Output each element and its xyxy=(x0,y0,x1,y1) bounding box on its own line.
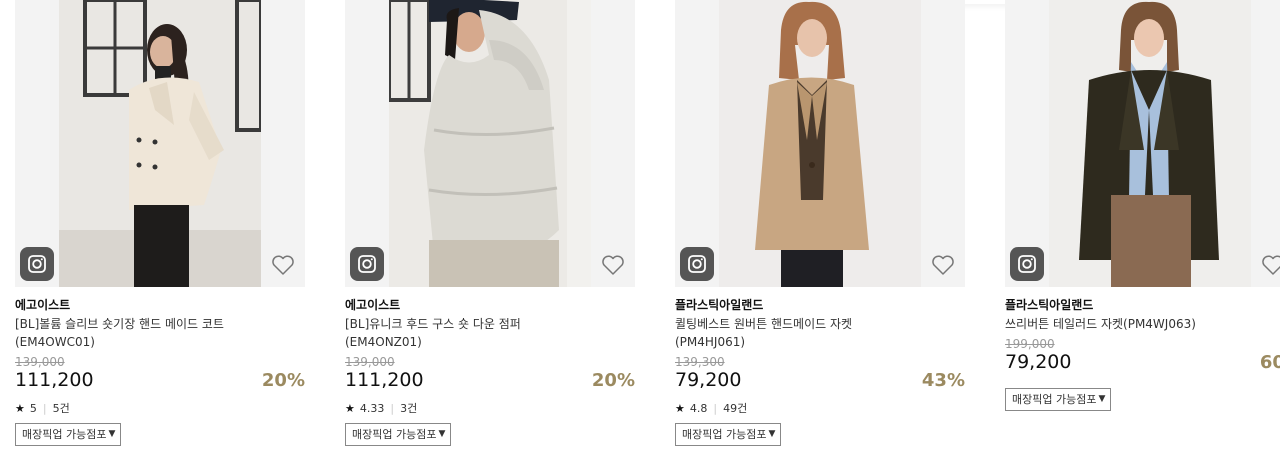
store-pickup-label: 매장픽업 가능점포 xyxy=(682,428,767,441)
product-name-line1: [BL]유니크 후드 구스 숏 다운 점퍼 xyxy=(345,317,521,331)
store-pickup-dropdown[interactable]: 매장픽업 가능점포 ▼ xyxy=(15,423,122,446)
instagram-icon[interactable] xyxy=(20,247,54,281)
product-image[interactable] xyxy=(345,0,635,287)
review-count: 5건 xyxy=(52,402,70,415)
review-count: 3건 xyxy=(400,402,418,415)
sale-price: 79,200 xyxy=(1005,351,1072,373)
caret-down-icon: ▼ xyxy=(438,429,446,439)
original-price: 139,000 xyxy=(15,355,65,369)
product-name-line1: 퀼팅베스트 원버튼 핸드메이드 자켓 xyxy=(675,317,853,331)
product-photo xyxy=(1049,0,1251,287)
heart-icon[interactable] xyxy=(601,254,625,276)
product-card[interactable]: 에고이스트 [BL]볼륨 슬리브 숏기장 핸드 메이드 코트 (EM4OWC01… xyxy=(15,0,305,473)
product-photo xyxy=(59,0,261,287)
product-name[interactable]: [BL]볼륨 슬리브 숏기장 핸드 메이드 코트 (EM4OWC01) xyxy=(15,315,300,351)
brand-name[interactable]: 에고이스트 xyxy=(15,296,70,313)
store-pickup-dropdown[interactable]: 매장픽업 가능점포 ▼ xyxy=(1005,388,1112,411)
star-icon: ★ xyxy=(345,401,355,415)
rating-value: 4.33 xyxy=(359,401,385,415)
divider: | xyxy=(390,401,395,415)
instagram-icon[interactable] xyxy=(1010,247,1044,281)
review-count: 49건 xyxy=(723,402,748,415)
caret-down-icon: ▼ xyxy=(1098,394,1106,404)
sale-price: 79,200 xyxy=(675,369,742,391)
product-name-line1: 쓰리버튼 테일러드 자켓(PM4WJ063) xyxy=(1005,317,1196,331)
product-image[interactable] xyxy=(15,0,305,287)
product-name-line2: (EM4ONZ01) xyxy=(345,335,422,349)
product-photo xyxy=(389,0,591,287)
rating: ★ 4.8 | 49건 xyxy=(675,400,747,416)
brand-name[interactable]: 에고이스트 xyxy=(345,296,400,313)
product-name[interactable]: 퀼팅베스트 원버튼 핸드메이드 자켓 (PM4HJ061) xyxy=(675,315,960,351)
discount-rate: 20% xyxy=(261,370,305,391)
rating: ★ 4.33 | 3건 xyxy=(345,400,417,416)
product-name-line1: [BL]볼륨 슬리브 숏기장 핸드 메이드 코트 xyxy=(15,317,224,331)
discount-rate: 43% xyxy=(921,370,965,391)
product-card[interactable]: 에고이스트 [BL]유니크 후드 구스 숏 다운 점퍼 (EM4ONZ01) 1… xyxy=(345,0,635,473)
heart-icon[interactable] xyxy=(1261,254,1280,276)
original-price: 139,000 xyxy=(345,355,395,369)
product-image[interactable] xyxy=(675,0,965,287)
rating: ★ 5 | 5건 xyxy=(15,400,70,416)
brand-name[interactable]: 플라스틱아일랜드 xyxy=(1005,296,1093,313)
sale-price: 111,200 xyxy=(15,369,94,391)
caret-down-icon: ▼ xyxy=(108,429,116,439)
store-pickup-dropdown[interactable]: 매장픽업 가능점포 ▼ xyxy=(345,423,452,446)
heart-icon[interactable] xyxy=(931,254,955,276)
rating-value: 4.8 xyxy=(689,401,708,415)
product-card[interactable]: 플라스틱아일랜드 퀼팅베스트 원버튼 핸드메이드 자켓 (PM4HJ061) 1… xyxy=(675,0,965,473)
product-photo xyxy=(719,0,921,287)
discount-rate: 20% xyxy=(591,370,635,391)
divider: | xyxy=(713,401,718,415)
original-price: 199,000 xyxy=(1005,337,1055,351)
product-name-line2: (PM4HJ061) xyxy=(675,335,746,349)
store-pickup-dropdown[interactable]: 매장픽업 가능점포 ▼ xyxy=(675,423,782,446)
instagram-icon[interactable] xyxy=(350,247,384,281)
star-icon: ★ xyxy=(15,401,25,415)
sale-price: 111,200 xyxy=(345,369,424,391)
store-pickup-label: 매장픽업 가능점포 xyxy=(352,428,437,441)
product-card[interactable]: 플라스틱아일랜드 쓰리버튼 테일러드 자켓(PM4WJ063) 199,000 … xyxy=(1005,0,1280,473)
store-pickup-label: 매장픽업 가능점포 xyxy=(1012,393,1097,406)
heart-icon[interactable] xyxy=(271,254,295,276)
rating-value: 5 xyxy=(29,401,37,415)
instagram-icon[interactable] xyxy=(680,247,714,281)
product-name[interactable]: [BL]유니크 후드 구스 숏 다운 점퍼 (EM4ONZ01) xyxy=(345,315,630,351)
original-price: 139,300 xyxy=(675,355,725,369)
store-pickup-label: 매장픽업 가능점포 xyxy=(22,428,107,441)
product-image[interactable] xyxy=(1005,0,1280,287)
product-name-line2: (EM4OWC01) xyxy=(15,335,95,349)
caret-down-icon: ▼ xyxy=(768,429,776,439)
product-name[interactable]: 쓰리버튼 테일러드 자켓(PM4WJ063) xyxy=(1005,315,1280,333)
discount-rate: 60% xyxy=(1259,352,1280,373)
star-icon: ★ xyxy=(675,401,685,415)
divider: | xyxy=(42,401,47,415)
brand-name[interactable]: 플라스틱아일랜드 xyxy=(675,296,763,313)
